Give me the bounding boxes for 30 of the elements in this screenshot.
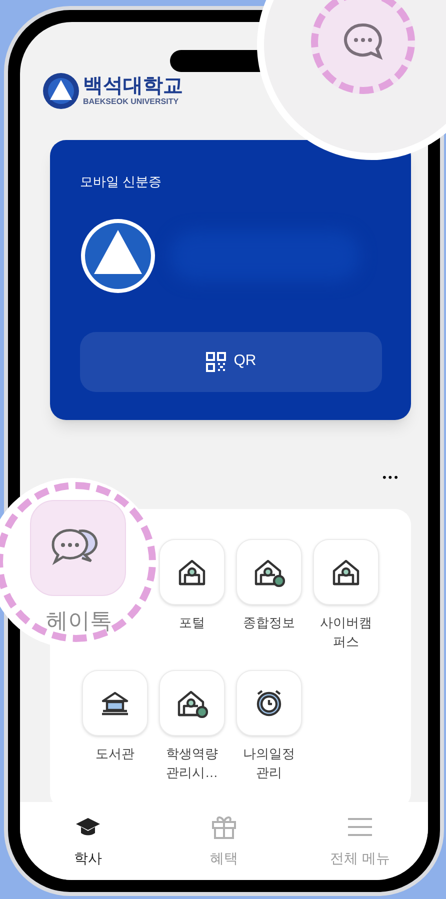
app-icon-tile[interactable] (236, 538, 302, 604)
qr-button[interactable]: QR (80, 332, 382, 392)
chat-bubble-icon (343, 22, 383, 60)
app-label: 종합정보 (242, 614, 296, 632)
menu-icon (347, 817, 373, 837)
building-icon (331, 558, 361, 586)
app-label: 사이버캠퍼스 (319, 614, 373, 650)
app-icon-tile[interactable] (236, 670, 302, 736)
app-icon-tile[interactable] (313, 538, 379, 604)
university-name: 백석대학교 (83, 76, 183, 96)
app-label: 포털 (178, 614, 206, 632)
app-icon-tile[interactable] (159, 670, 225, 736)
card-title: 모바일 신분증 (80, 173, 163, 191)
alarm-clock-icon (254, 688, 284, 718)
nav-tab[interactable]: 학사 (48, 814, 128, 880)
app-label: 헤이톡 (46, 607, 112, 635)
qr-code-icon (206, 352, 226, 372)
app-label: 학생역량 관리시… (165, 744, 219, 782)
graduation-cap-icon (75, 817, 101, 837)
app-icon-tile[interactable] (159, 538, 225, 604)
app-icon-tile[interactable] (82, 670, 148, 736)
library-icon (100, 690, 130, 716)
app-label: 나의일정 관리 (242, 744, 296, 782)
university-logo (43, 73, 79, 109)
gift-icon (211, 814, 237, 840)
app-label: 도서관 (94, 744, 136, 762)
more-options-button[interactable]: ••• (382, 470, 400, 486)
building-icon (177, 558, 207, 586)
app-icon-tile[interactable] (30, 500, 126, 596)
university-name-english: BAEKSEOK UNIVERSITY (83, 98, 180, 106)
